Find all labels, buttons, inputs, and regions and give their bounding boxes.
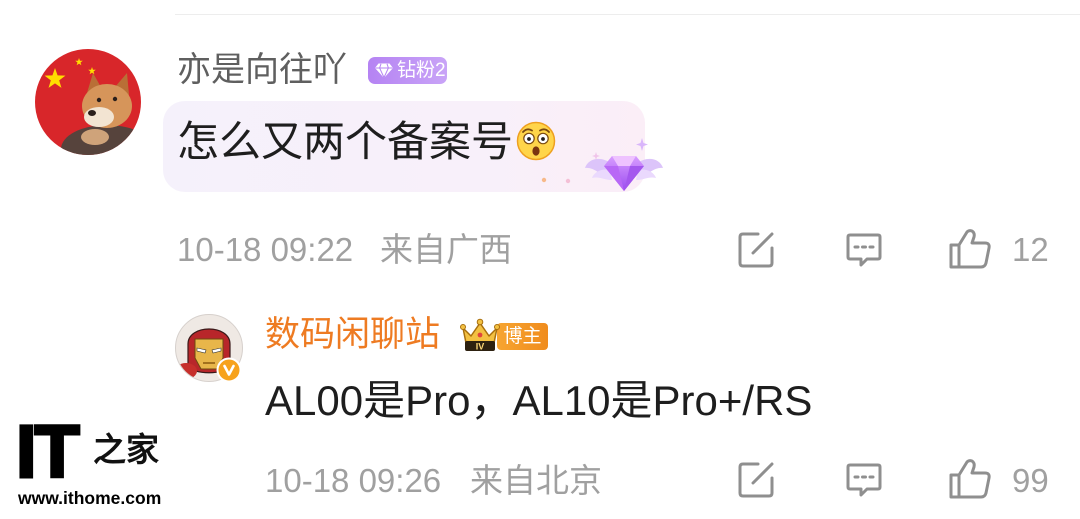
comment-text: 怎么又两个备案号 <box>177 118 514 165</box>
crown-level-label: IV <box>476 342 485 352</box>
comment-time: 10-18 09:22 <box>177 231 354 268</box>
crown-icon[interactable]: IV <box>458 317 502 352</box>
reply-location: 来自北京 <box>470 462 602 499</box>
like-icon[interactable] <box>948 228 992 270</box>
like-count: 12 <box>1012 231 1049 268</box>
like-icon[interactable] <box>948 458 992 500</box>
share-icon[interactable] <box>737 231 775 269</box>
comment-thread: 亦是向往吖 钻粉2 怎么又两个备案号 10-18 09:22 来自广西 12 数… <box>0 0 1080 519</box>
verified-badge-icon <box>216 357 242 383</box>
share-icon[interactable] <box>737 461 775 499</box>
commenter-username[interactable]: 亦是向往吖 <box>177 50 347 90</box>
replier-username[interactable]: 数码闲聊站 <box>265 315 440 355</box>
diamond-icon <box>375 63 393 79</box>
winged-diamond-icon <box>538 132 666 200</box>
blogger-badge[interactable]: 博主 <box>497 323 548 350</box>
like-count: 99 <box>1012 462 1049 499</box>
divider <box>175 14 1080 15</box>
comment-icon[interactable] <box>845 462 883 498</box>
reply-time: 10-18 09:26 <box>265 462 442 499</box>
comment-location: 来自广西 <box>380 231 512 268</box>
fan-level-badge[interactable]: 钻粉2 <box>368 57 447 84</box>
ithome-url: www.ithome.com <box>18 488 162 508</box>
comment-icon[interactable] <box>845 232 883 268</box>
ithome-logo-suffix: 之家 <box>93 433 159 469</box>
commenter-avatar[interactable] <box>35 49 141 155</box>
reply-text: AL00是Pro，AL10是Pro+/RS <box>265 377 813 424</box>
ithome-logo: IT <box>15 410 82 493</box>
fan-level-label: 钻粉2 <box>397 60 446 81</box>
